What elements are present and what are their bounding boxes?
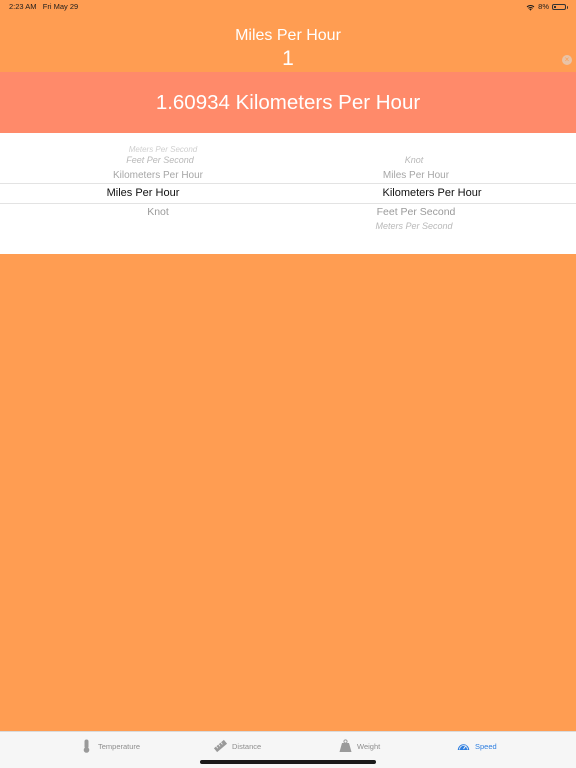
tab-speed[interactable]: Speed [457, 739, 497, 753]
tab-label: Distance [232, 741, 262, 751]
wifi-icon [526, 4, 535, 11]
value-input[interactable] [238, 46, 338, 72]
result-display: 1.60934 Kilometers Per Hour [0, 72, 576, 133]
clear-icon: × [564, 55, 570, 64]
to-picker-option[interactable]: Feet Per Second [377, 206, 456, 218]
tab-distance[interactable]: Distance [214, 739, 261, 753]
ruler-icon [214, 739, 227, 753]
from-picker-option[interactable]: Knot [147, 206, 169, 218]
speedometer-icon [457, 744, 470, 750]
status-time: 2:23 AM [9, 2, 37, 11]
from-picker-option[interactable]: Feet Per Second [126, 155, 194, 165]
status-bar: 2:23 AM Fri May 29 8% [0, 0, 576, 14]
tab-temperature[interactable]: Temperature [80, 739, 140, 753]
to-picker-option[interactable]: Knot [405, 155, 424, 165]
tab-label: Temperature [98, 741, 141, 751]
to-picker-selected-option[interactable]: Kilometers Per Hour [382, 187, 481, 199]
thermometer-icon [83, 739, 90, 753]
picker-selection-top-line [0, 183, 576, 184]
from-picker-option[interactable]: Meters Per Second [129, 145, 197, 154]
weight-icon [339, 739, 352, 752]
from-picker-selected-option[interactable]: Miles Per Hour [107, 187, 180, 199]
tab-weight[interactable]: Weight [339, 739, 380, 753]
from-picker-option[interactable]: Kilometers Per Hour [113, 170, 203, 181]
picker-selection-bottom-line [0, 203, 576, 204]
status-date: Fri May 29 [42, 2, 79, 11]
unit-picker: Meters Per Second Feet Per Second Kilome… [0, 133, 576, 254]
tab-label: Speed [475, 741, 497, 751]
clear-button[interactable]: × [562, 55, 572, 65]
battery-percent: 8% [538, 2, 549, 11]
converter-header: Miles Per Hour × [0, 14, 576, 72]
from-unit-label: Miles Per Hour [235, 27, 341, 44]
tab-label: Weight [357, 741, 381, 751]
to-picker-option[interactable]: Meters Per Second [375, 221, 452, 231]
battery-icon [552, 4, 568, 10]
home-indicator[interactable] [200, 760, 376, 764]
to-picker-option[interactable]: Miles Per Hour [383, 170, 449, 181]
